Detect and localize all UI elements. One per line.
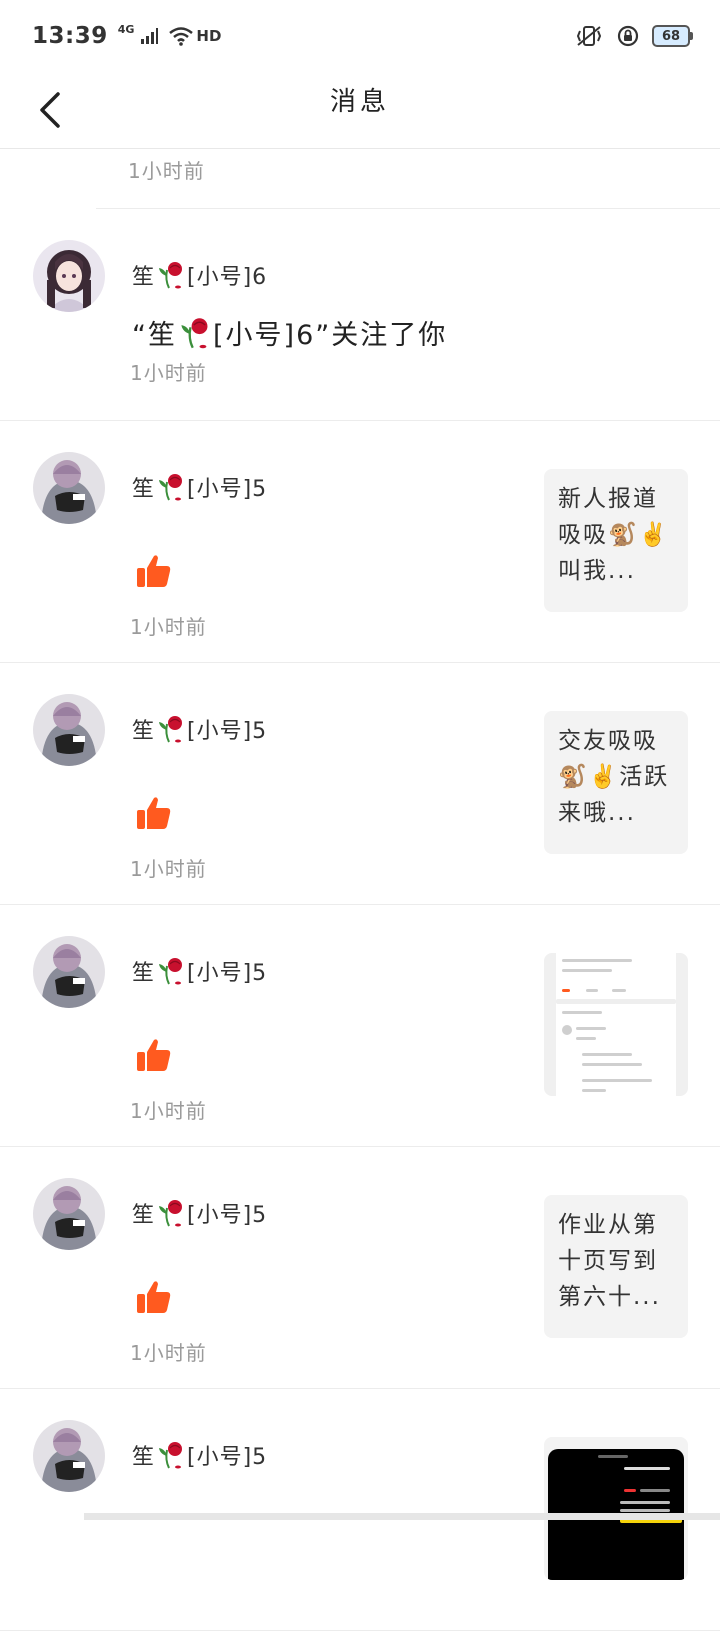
post-thumbnail-dark[interactable] bbox=[544, 1437, 688, 1580]
username[interactable]: 笙 [小号]6 bbox=[132, 259, 267, 291]
post-thumbnail[interactable]: 作业从第十页写到第六十... bbox=[544, 1195, 688, 1338]
thumbs-up-icon[interactable] bbox=[136, 1279, 172, 1315]
username[interactable]: 笙 [小号]5 bbox=[132, 955, 267, 987]
rose-emoji-icon bbox=[181, 317, 208, 348]
avatar[interactable] bbox=[33, 240, 105, 312]
avatar[interactable] bbox=[33, 1420, 105, 1492]
wifi-icon bbox=[169, 27, 194, 46]
hd-badge: HD bbox=[196, 27, 222, 45]
thumbs-up-icon[interactable] bbox=[136, 553, 172, 589]
avatar[interactable] bbox=[33, 936, 105, 1008]
item-time: 1小时前 bbox=[130, 615, 207, 639]
post-preview-text: 作业从第十页写到第六十... bbox=[558, 1212, 661, 1310]
rose-emoji-icon bbox=[159, 1442, 183, 1469]
item-time: 1小时前 bbox=[128, 159, 205, 183]
item-time: 1小时前 bbox=[130, 1099, 207, 1123]
message-list: 1小时前 笙 [小号]6 “笙 [小号]6”关注了你 1小时前 笙 [小号]5 … bbox=[0, 149, 720, 1631]
rose-emoji-icon bbox=[159, 262, 183, 289]
rose-emoji-icon bbox=[159, 716, 183, 743]
list-item[interactable]: 笙 [小号]5 bbox=[0, 1389, 720, 1631]
username[interactable]: 笙 [小号]5 bbox=[132, 1439, 267, 1471]
follow-message: “笙 [小号]6”关注了你 bbox=[132, 313, 447, 352]
vibrate-icon bbox=[576, 26, 602, 46]
rose-emoji-icon bbox=[159, 474, 183, 501]
username[interactable]: 笙 [小号]5 bbox=[132, 1197, 267, 1229]
item-time: 1小时前 bbox=[130, 857, 207, 881]
post-thumbnail-screenshot[interactable] bbox=[544, 953, 688, 1096]
status-time: 13:39 bbox=[32, 23, 108, 49]
list-item[interactable]: 笙 [小号]6 “笙 [小号]6”关注了你 1小时前 bbox=[0, 209, 720, 421]
post-preview-text: 交友吸吸🐒✌️活跃来哦... bbox=[558, 728, 670, 826]
thumbs-up-icon[interactable] bbox=[136, 1037, 172, 1073]
status-bar: 13:39 4G HD 68 bbox=[0, 0, 720, 72]
post-thumbnail[interactable]: 新人报道吸吸🐒✌️叫我... bbox=[544, 469, 688, 612]
username[interactable]: 笙 [小号]5 bbox=[132, 713, 267, 745]
rose-emoji-icon bbox=[159, 958, 183, 985]
network-type: 4G bbox=[117, 22, 135, 36]
avatar[interactable] bbox=[33, 1178, 105, 1250]
post-thumbnail[interactable]: 交友吸吸🐒✌️活跃来哦... bbox=[544, 711, 688, 854]
post-preview-text: 新人报道吸吸🐒✌️叫我... bbox=[558, 486, 670, 584]
username[interactable]: 笙 [小号]5 bbox=[132, 471, 267, 503]
signal-icon bbox=[141, 28, 159, 44]
list-item-partial[interactable]: 1小时前 bbox=[96, 149, 720, 209]
battery-indicator: 68 bbox=[652, 25, 693, 47]
bottom-bar bbox=[84, 1513, 720, 1520]
item-time: 1小时前 bbox=[130, 361, 207, 385]
list-item[interactable]: 笙 [小号]5 1小时前 新人报道吸吸🐒✌️叫我... bbox=[0, 421, 720, 663]
rotation-lock-icon bbox=[617, 25, 639, 47]
rose-emoji-icon bbox=[159, 1200, 183, 1227]
avatar[interactable] bbox=[33, 452, 105, 524]
avatar[interactable] bbox=[33, 694, 105, 766]
item-time: 1小时前 bbox=[130, 1341, 207, 1365]
app-header: 消息 bbox=[0, 72, 720, 149]
thumbs-up-icon[interactable] bbox=[136, 795, 172, 831]
list-item[interactable]: 笙 [小号]5 1小时前 交友吸吸🐒✌️活跃来哦... bbox=[0, 663, 720, 905]
list-item[interactable]: 笙 [小号]5 1小时前 作业从第十页写到第六十... bbox=[0, 1147, 720, 1389]
page-title: 消息 bbox=[329, 87, 390, 117]
list-item[interactable]: 笙 [小号]5 1小时前 bbox=[0, 905, 720, 1147]
battery-level: 68 bbox=[661, 28, 681, 44]
